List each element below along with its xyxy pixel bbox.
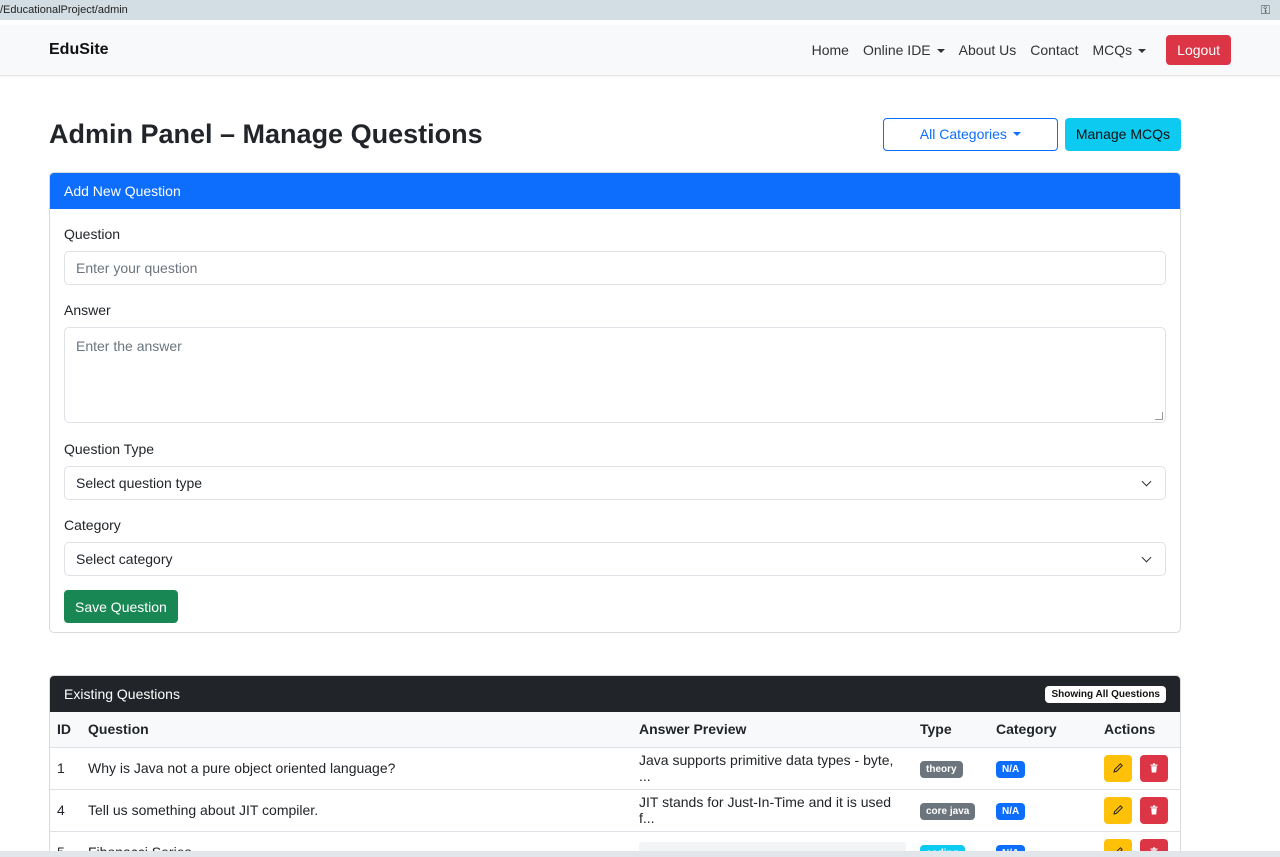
category-badge: N/A (996, 760, 1026, 778)
nav-mcqs[interactable]: MCQs (1093, 42, 1147, 58)
save-question-button[interactable]: Save Question (64, 590, 178, 623)
nav-online-ide[interactable]: Online IDE (863, 42, 945, 58)
row-type-cell: core java (913, 789, 989, 832)
caret-down-icon (1138, 49, 1147, 53)
answer-textarea[interactable]: Enter the answer (64, 327, 1166, 423)
nav-about[interactable]: About Us (959, 42, 1017, 58)
col-type: Type (913, 712, 989, 748)
nav-mcqs-label: MCQs (1092, 42, 1133, 58)
row-answer: JIT stands for Just-In-Time and it is us… (632, 789, 913, 832)
browser-url-bar[interactable]: /EducationalProject/admin ⚿ (0, 0, 1280, 20)
question-type-label: Question Type (64, 441, 155, 457)
add-question-form: Question Enter your question Answer Ente… (50, 226, 1180, 623)
table-row: 1 Why is Java not a pure object oriented… (50, 747, 1180, 790)
questions-table: ID Question Answer Preview Type Category… (50, 712, 1180, 856)
add-question-card: Add New Question Question Enter your que… (49, 172, 1181, 633)
col-answer: Answer Preview (632, 712, 913, 748)
edit-button[interactable] (1104, 754, 1132, 782)
question-input[interactable]: Enter your question (64, 251, 1166, 285)
existing-questions-header: Existing Questions Showing All Questions (50, 676, 1180, 712)
question-placeholder: Enter your question (76, 260, 198, 276)
logout-button[interactable]: Logout (1166, 35, 1231, 65)
question-type-select[interactable]: Select question type (64, 466, 1166, 500)
table-row: 4 Tell us something about JIT compiler. … (50, 789, 1180, 832)
pencil-icon (1113, 763, 1123, 773)
page-header: Admin Panel – Manage Questions All Categ… (49, 113, 1181, 155)
window-bottom-edge (0, 851, 1280, 857)
row-id: 4 (50, 789, 81, 832)
category-label: Category (64, 517, 121, 533)
row-actions (1097, 789, 1180, 832)
pencil-icon (1113, 805, 1123, 815)
col-id: ID (50, 712, 81, 748)
header-actions: All Categories Manage MCQs (882, 117, 1181, 151)
nav-home[interactable]: Home (812, 42, 849, 58)
col-actions: Actions (1097, 712, 1180, 748)
row-actions (1097, 747, 1180, 790)
type-badge: core java (920, 802, 976, 820)
nav-contact[interactable]: Contact (1030, 42, 1078, 58)
row-id: 1 (50, 747, 81, 790)
top-navbar: EduSite Home Online IDE About Us Contact… (0, 25, 1280, 76)
row-type-cell: theory (913, 747, 989, 790)
answer-placeholder: Enter the answer (76, 338, 182, 354)
col-category: Category (989, 712, 1097, 748)
row-answer: Java supports primitive data types - byt… (632, 747, 913, 790)
col-question: Question (81, 712, 632, 748)
category-filter-dropdown[interactable]: All Categories (882, 117, 1058, 151)
existing-questions-card: Existing Questions Showing All Questions… (49, 675, 1181, 857)
delete-button[interactable] (1139, 754, 1168, 782)
add-question-header: Add New Question (50, 173, 1180, 209)
delete-button[interactable] (1139, 796, 1168, 824)
row-question: Why is Java not a pure object oriented l… (81, 747, 632, 790)
caret-down-icon (936, 49, 945, 53)
caret-down-icon (1012, 132, 1021, 136)
type-badge: theory (920, 760, 963, 778)
url-text[interactable]: /EducationalProject/admin (0, 4, 128, 16)
table-header-row: ID Question Answer Preview Type Category… (50, 712, 1180, 748)
category-select[interactable]: Select category (64, 542, 1166, 576)
edit-button[interactable] (1104, 796, 1132, 824)
category-value: Select category (76, 551, 173, 567)
manage-mcqs-button[interactable]: Manage MCQs (1064, 117, 1181, 151)
trash-icon (1150, 763, 1158, 773)
trash-icon (1150, 805, 1158, 815)
row-category-cell: N/A (989, 789, 1097, 832)
question-type-value: Select question type (76, 475, 203, 491)
key-icon[interactable]: ⚿ (1261, 3, 1270, 18)
nav-online-ide-label: Online IDE (862, 42, 931, 58)
category-badge: N/A (996, 802, 1026, 820)
nav-links: Home Online IDE About Us Contact MCQs Lo… (798, 35, 1231, 65)
chevron-down-icon (1141, 552, 1152, 562)
row-question: Tell us something about JIT compiler. (81, 789, 632, 832)
answer-label: Answer (64, 302, 111, 318)
chevron-down-icon (1141, 476, 1152, 486)
resize-handle-icon[interactable] (1155, 412, 1163, 420)
question-label: Question (64, 226, 121, 242)
row-category-cell: N/A (989, 747, 1097, 790)
existing-questions-title: Existing Questions (64, 686, 180, 702)
showing-all-badge: Showing All Questions (1045, 685, 1166, 703)
category-filter-label: All Categories (919, 126, 1007, 142)
brand-logo[interactable]: EduSite (49, 41, 109, 59)
page-title: Admin Panel – Manage Questions (49, 118, 483, 149)
